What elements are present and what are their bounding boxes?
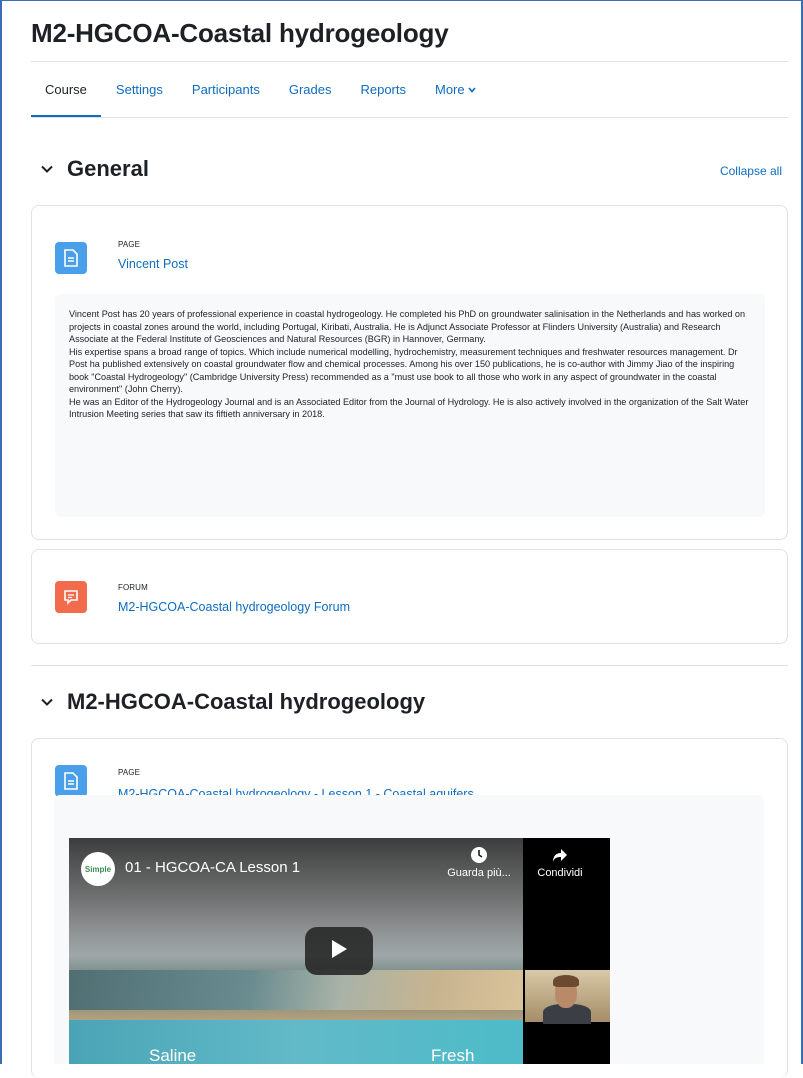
share-label: Condividi	[537, 867, 583, 879]
presenter-webcam	[525, 970, 610, 1024]
tab-label: Settings	[115, 82, 163, 97]
activity-type-label: FORUM	[118, 583, 148, 592]
tab-label: Reports	[360, 82, 406, 97]
activity-description: Simple 01 - HGCOA-CA Lesson 1 Guarda più…	[54, 795, 764, 1064]
divider	[31, 665, 788, 666]
section-title[interactable]: General	[67, 156, 149, 182]
video-thumbnail-shore	[69, 970, 523, 1010]
activity-description: Vincent Post has 20 years of professiona…	[55, 294, 765, 517]
description-paragraph: His expertise spans a broad range of top…	[69, 346, 738, 395]
share-button[interactable]: Condividi	[525, 846, 595, 879]
activity-link[interactable]: M2-HGCOA-Coastal hydrogeology Forum	[118, 600, 350, 614]
tab-course[interactable]: Course	[31, 62, 101, 118]
channel-logo[interactable]: Simple	[81, 852, 115, 886]
tab-label: Course	[45, 82, 87, 97]
section-header-course: M2-HGCOA-Coastal hydrogeology	[39, 689, 425, 715]
description-paragraph: He was an Editor of the Hydrogeology Jou…	[69, 396, 749, 420]
share-icon	[525, 846, 595, 867]
tab-label: More	[435, 82, 465, 97]
chevron-down-icon	[468, 63, 476, 119]
divider	[31, 117, 788, 118]
clock-icon	[444, 846, 514, 867]
play-icon	[330, 939, 348, 964]
page-title: M2-HGCOA-Coastal hydrogeology	[31, 18, 449, 48]
activity-type-label: PAGE	[118, 768, 141, 777]
watch-later-button[interactable]: Guarda più...	[444, 846, 514, 879]
collapse-all-link[interactable]: Collapse all	[720, 164, 782, 178]
video-player[interactable]: Simple 01 - HGCOA-CA Lesson 1 Guarda più…	[69, 838, 610, 1064]
section-title[interactable]: M2-HGCOA-Coastal hydrogeology	[67, 689, 425, 715]
presenter-hair	[553, 975, 579, 987]
section-header-general: General	[39, 156, 149, 182]
page-icon	[55, 242, 87, 274]
chevron-down-icon[interactable]	[39, 161, 55, 177]
video-title[interactable]: 01 - HGCOA-CA Lesson 1	[125, 859, 300, 876]
tab-settings[interactable]: Settings	[116, 62, 163, 118]
video-overlay-text: Fresh	[431, 1046, 475, 1064]
activity-card: FORUM M2-HGCOA-Coastal hydrogeology Foru…	[31, 549, 788, 644]
tab-reports[interactable]: Reports	[360, 62, 406, 118]
activity-card: PAGE Vincent Post Vincent Post has 20 ye…	[31, 205, 788, 540]
description-paragraph: Vincent Post has 20 years of professiona…	[69, 309, 746, 344]
tab-participants[interactable]: Participants	[192, 62, 260, 118]
tab-grades[interactable]: Grades	[289, 62, 332, 118]
video-overlay-text: Saline	[149, 1046, 197, 1064]
tab-more[interactable]: More	[435, 62, 476, 118]
tab-label: Grades	[288, 82, 332, 97]
page-icon	[55, 765, 87, 797]
watch-later-label: Guarda più...	[447, 867, 511, 879]
activity-link[interactable]: Vincent Post	[118, 257, 188, 271]
forum-icon	[55, 581, 87, 613]
chevron-down-icon[interactable]	[39, 694, 55, 710]
activity-type-label: PAGE	[118, 240, 141, 249]
secondary-navigation: Course Settings Participants Grades Repo…	[31, 62, 505, 118]
play-button[interactable]	[305, 927, 373, 975]
tab-label: Participants	[191, 82, 260, 97]
